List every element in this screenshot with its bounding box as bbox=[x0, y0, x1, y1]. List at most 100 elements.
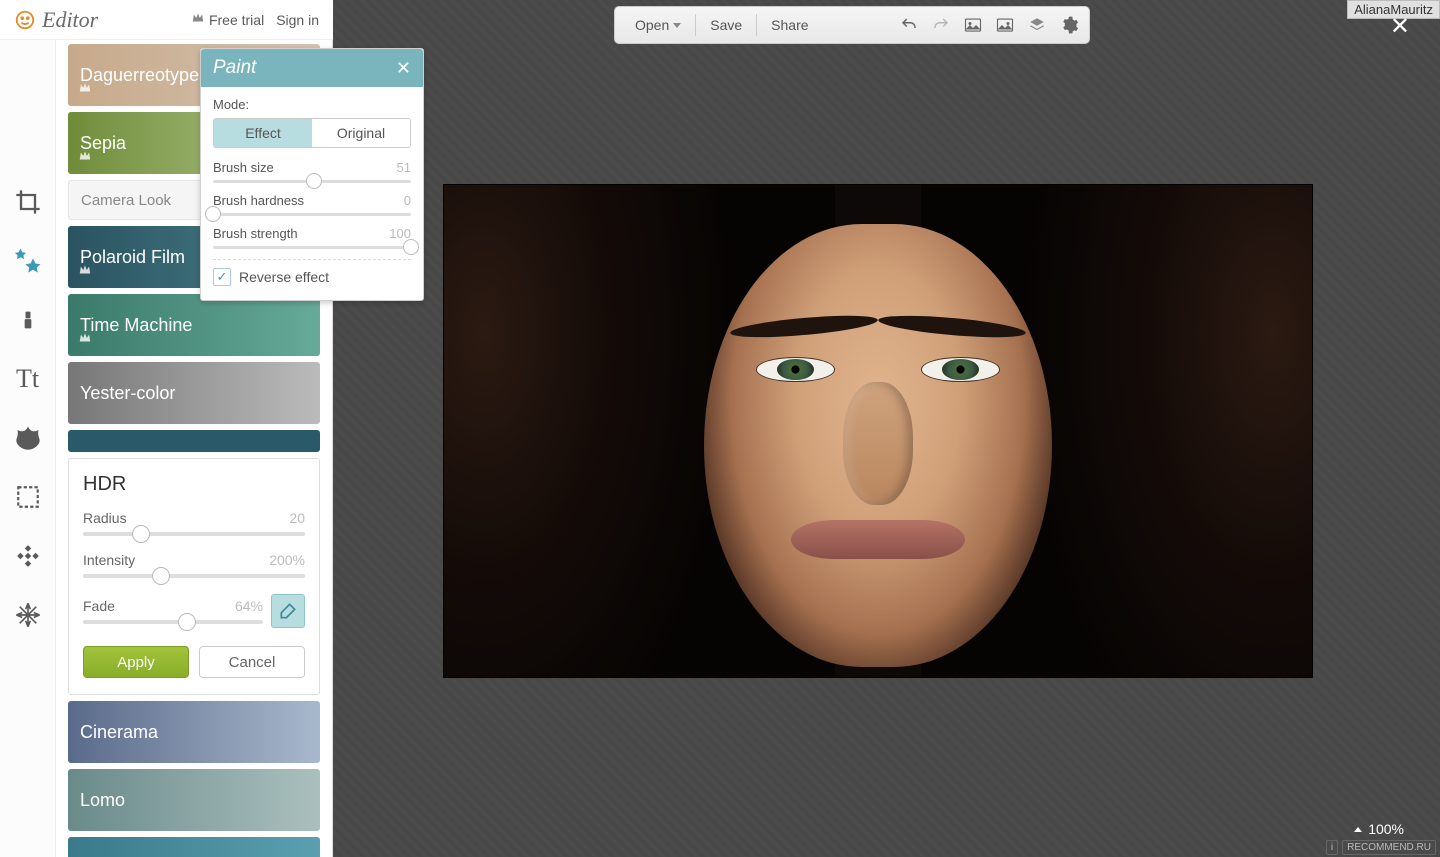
effect-label: Daguerreotype bbox=[80, 65, 199, 86]
effect-cinerama[interactable]: Cinerama bbox=[68, 701, 320, 763]
hdr-intensity-value: 200% bbox=[269, 552, 305, 568]
paint-title: Paint bbox=[213, 57, 256, 79]
mode-effect-button[interactable]: Effect bbox=[213, 118, 313, 148]
info-icon: i bbox=[1326, 840, 1338, 855]
crop-icon[interactable] bbox=[11, 185, 45, 219]
save-button[interactable]: Save bbox=[700, 7, 752, 43]
effect-time-machine[interactable]: Time Machine bbox=[68, 294, 320, 356]
open-label: Open bbox=[635, 17, 669, 33]
slider-thumb[interactable] bbox=[306, 173, 322, 189]
effect-label: Camera Look bbox=[81, 192, 171, 209]
chevron-up-icon bbox=[1354, 827, 1362, 832]
slider-track[interactable] bbox=[83, 620, 263, 624]
crown-icon bbox=[78, 147, 92, 168]
left-toolbar: Tt bbox=[0, 40, 56, 857]
effect-label: Yester-color bbox=[80, 383, 175, 404]
brush-size-label: Brush size bbox=[213, 160, 274, 175]
themes-icon[interactable] bbox=[11, 598, 45, 632]
brush-hardness-slider: Brush hardness 0 bbox=[213, 193, 411, 216]
brush-size-value: 51 bbox=[397, 160, 411, 175]
attribution-text: RECOMMEND.RU bbox=[1342, 840, 1436, 855]
slider-track[interactable] bbox=[83, 532, 305, 536]
paint-mode-segment: Effect Original bbox=[213, 118, 411, 148]
overlay-icon[interactable] bbox=[11, 421, 45, 455]
chevron-down-icon bbox=[673, 23, 681, 28]
paint-mode-label: Mode: bbox=[213, 97, 411, 112]
cancel-button[interactable]: Cancel bbox=[199, 646, 305, 678]
slider-thumb[interactable] bbox=[205, 206, 221, 222]
zoom-value: 100% bbox=[1368, 821, 1404, 837]
effect-label: Cinerama bbox=[80, 722, 158, 743]
monkey-icon bbox=[14, 9, 36, 31]
free-trial-label: Free trial bbox=[209, 12, 264, 28]
brush-hardness-label: Brush hardness bbox=[213, 193, 304, 208]
text-icon[interactable]: Tt bbox=[11, 362, 45, 396]
slider-thumb[interactable] bbox=[178, 613, 196, 631]
hdr-intensity-slider: Intensity 200% bbox=[83, 552, 305, 578]
checkbox-icon[interactable]: ✓ bbox=[213, 268, 231, 286]
slider-track[interactable] bbox=[213, 180, 411, 183]
divider bbox=[213, 259, 411, 260]
canvas-area bbox=[333, 0, 1440, 857]
mode-original-button[interactable]: Original bbox=[312, 119, 410, 147]
effect-hdr-thumb[interactable] bbox=[68, 430, 320, 452]
hdr-radius-slider: Radius 20 bbox=[83, 510, 305, 536]
hdr-effect-panel: HDR Radius 20 Intensity 200% Fade bbox=[68, 458, 320, 695]
slider-thumb[interactable] bbox=[152, 567, 170, 585]
close-icon[interactable]: ✕ bbox=[396, 58, 411, 79]
redo-icon bbox=[931, 15, 951, 35]
close-icon[interactable]: ✕ bbox=[1390, 12, 1410, 41]
paint-popup: Paint ✕ Mode: Effect Original Brush size… bbox=[200, 48, 424, 301]
slider-thumb[interactable] bbox=[132, 525, 150, 543]
photo-canvas[interactable] bbox=[443, 184, 1313, 678]
effect-label: Polaroid Film bbox=[80, 247, 185, 268]
apply-button[interactable]: Apply bbox=[83, 646, 189, 678]
brush-hardness-value: 0 bbox=[404, 193, 411, 208]
hdr-radius-value: 20 bbox=[289, 510, 305, 526]
divider bbox=[695, 14, 696, 36]
crown-icon bbox=[78, 79, 92, 100]
slider-track[interactable] bbox=[83, 574, 305, 578]
layers-icon[interactable] bbox=[1027, 15, 1047, 35]
brush-strength-slider: Brush strength100 bbox=[213, 226, 411, 249]
texture-icon[interactable] bbox=[11, 539, 45, 573]
hdr-intensity-label: Intensity bbox=[83, 552, 135, 568]
app-name: Editor bbox=[42, 7, 98, 33]
reverse-effect-checkbox[interactable]: ✓ Reverse effect bbox=[213, 268, 411, 286]
touchup-icon[interactable] bbox=[11, 303, 45, 337]
undo-icon[interactable] bbox=[899, 15, 919, 35]
brush-strength-label: Brush strength bbox=[213, 226, 298, 241]
paint-toggle-button[interactable] bbox=[271, 594, 305, 628]
reverse-effect-label: Reverse effect bbox=[239, 269, 329, 285]
free-trial-button[interactable]: Free trial bbox=[191, 11, 264, 28]
effect-yester-color[interactable]: Yester-color bbox=[68, 362, 320, 424]
effects-icon[interactable] bbox=[11, 244, 45, 278]
slider-track[interactable] bbox=[213, 213, 411, 216]
zoom-indicator[interactable]: 100% bbox=[1354, 821, 1404, 837]
sign-in-button[interactable]: Sign in bbox=[276, 12, 319, 28]
share-button[interactable]: Share bbox=[761, 7, 818, 43]
frame-icon[interactable] bbox=[11, 480, 45, 514]
top-toolbar: Open Save Share bbox=[614, 6, 1090, 44]
crown-icon bbox=[78, 261, 92, 282]
slider-thumb[interactable] bbox=[403, 239, 419, 255]
hdr-radius-label: Radius bbox=[83, 510, 127, 526]
hdr-fade-value: 64% bbox=[235, 598, 263, 614]
settings-icon[interactable] bbox=[1059, 15, 1079, 35]
hdr-fade-row: Fade 64% bbox=[83, 594, 305, 628]
paint-popup-header: Paint ✕ bbox=[201, 49, 423, 87]
compare-after-icon[interactable] bbox=[995, 15, 1015, 35]
brush-size-slider: Brush size 51 bbox=[213, 160, 411, 183]
effect-label: Lomo bbox=[80, 790, 125, 811]
crown-icon bbox=[191, 11, 205, 28]
divider bbox=[756, 14, 757, 36]
effect-lomo[interactable]: Lomo bbox=[68, 769, 320, 831]
open-button[interactable]: Open bbox=[625, 7, 691, 43]
app-logo: Editor bbox=[14, 7, 98, 33]
app-header: Editor Free trial Sign in bbox=[0, 0, 333, 40]
compare-before-icon[interactable] bbox=[963, 15, 983, 35]
slider-track[interactable] bbox=[213, 246, 411, 249]
hdr-fade-label: Fade bbox=[83, 598, 115, 614]
crown-icon bbox=[78, 329, 92, 350]
effect-tile[interactable] bbox=[68, 837, 320, 857]
